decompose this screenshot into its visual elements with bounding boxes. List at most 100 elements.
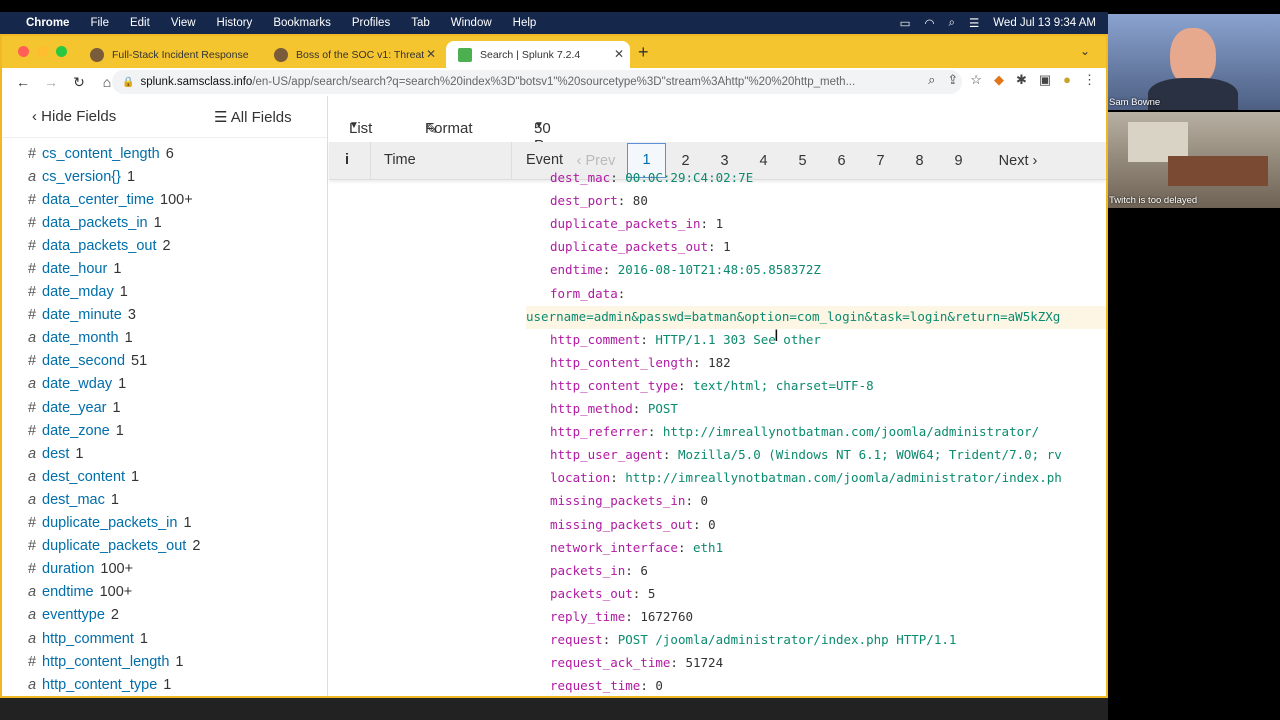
tab-splunk-search[interactable]: Search | Splunk 7.2.4 ✕	[446, 41, 630, 69]
event-field-value[interactable]: POST	[648, 401, 678, 416]
page-6-button[interactable]: 6	[822, 153, 861, 169]
field-name[interactable]: cs_content_length	[42, 146, 160, 162]
field-item[interactable]: a date_wday 1	[2, 373, 328, 396]
page-7-button[interactable]: 7	[861, 153, 900, 169]
column-info[interactable]: i	[345, 152, 349, 168]
event-field-value[interactable]: POST /joomla/administrator/index.php HTT…	[618, 632, 957, 647]
video-tile-room[interactable]: Twitch is too delayed	[1108, 112, 1280, 208]
extensions-puzzle-icon[interactable]: ✱	[1016, 72, 1027, 88]
field-name[interactable]: dest	[42, 446, 69, 462]
event-field-value[interactable]: 1	[723, 239, 731, 254]
column-time[interactable]: Time	[384, 152, 416, 168]
event-field-value[interactable]: 51724	[685, 655, 723, 670]
field-item[interactable]: # data_packets_out 2	[2, 234, 328, 257]
page-9-button[interactable]: 9	[939, 153, 978, 169]
field-item[interactable]: # data_packets_in 1	[2, 211, 328, 234]
field-name[interactable]: date_minute	[42, 307, 122, 323]
menu-file[interactable]: File	[90, 17, 109, 29]
event-field-value[interactable]: 00:0C:29:C4:02:7E	[625, 170, 753, 185]
event-field-value[interactable]: 0	[708, 517, 716, 532]
prev-page-button[interactable]: ‹ Prev	[565, 153, 627, 169]
control-center-icon[interactable]: ☰	[969, 16, 979, 30]
hide-fields-button[interactable]: ‹ Hide Fields	[32, 108, 116, 125]
field-item[interactable]: a date_month 1	[2, 327, 328, 350]
event-field-key[interactable]: missing_packets_in	[550, 493, 685, 508]
field-name[interactable]: dest_content	[42, 469, 125, 485]
page-8-button[interactable]: 8	[900, 153, 939, 169]
event-field-key[interactable]: endtime	[550, 262, 603, 277]
field-name[interactable]: data_packets_in	[42, 215, 148, 231]
menu-app-name[interactable]: Chrome	[26, 17, 69, 29]
field-item[interactable]: # data_center_time 100+	[2, 188, 328, 211]
menu-view[interactable]: View	[171, 17, 196, 29]
wifi-icon[interactable]: ◠	[924, 16, 934, 30]
field-item[interactable]: # date_year 1	[2, 396, 328, 419]
event-field-key[interactable]: http_method	[550, 401, 633, 416]
event-field-key[interactable]: reply_time	[550, 609, 625, 624]
field-name[interactable]: data_center_time	[42, 192, 154, 208]
forward-icon[interactable]: →	[44, 74, 58, 90]
event-field-value[interactable]: http://imreallynotbatman.com/joomla/admi…	[625, 470, 1062, 485]
event-field-value[interactable]: 0	[655, 678, 663, 693]
menu-history[interactable]: History	[217, 17, 253, 29]
close-window-button[interactable]	[18, 46, 29, 57]
field-item[interactable]: # date_zone 1	[2, 419, 328, 442]
metamask-icon[interactable]: ◆	[994, 72, 1004, 88]
field-name[interactable]: date_second	[42, 353, 125, 369]
reload-icon[interactable]: ↻	[72, 74, 86, 91]
event-field-key[interactable]: duplicate_packets_in	[550, 216, 701, 231]
field-name[interactable]: date_mday	[42, 284, 114, 300]
event-field-key[interactable]: http_comment	[550, 332, 640, 347]
clock[interactable]: Wed Jul 13 9:34 AM	[993, 17, 1096, 29]
event-field-key[interactable]: missing_packets_out	[550, 517, 693, 532]
sidebar-icon[interactable]: ▣	[1039, 72, 1051, 88]
field-item[interactable]: a dest 1	[2, 442, 328, 465]
field-item[interactable]: # duration 100+	[2, 558, 328, 581]
event-field-key[interactable]: packets_in	[550, 563, 625, 578]
field-name[interactable]: duration	[42, 561, 94, 577]
event-field-key[interactable]: http_referrer	[550, 424, 648, 439]
field-name[interactable]: date_hour	[42, 261, 107, 277]
new-tab-button[interactable]: +	[638, 42, 649, 63]
event-field-key[interactable]: http_user_agent	[550, 447, 663, 462]
event-field-value[interactable]: 2016-08-10T21:48:05.858372Z	[618, 262, 821, 277]
close-tab-icon[interactable]: ✕	[614, 47, 624, 61]
maximize-window-button[interactable]	[56, 46, 67, 57]
page-2-button[interactable]: 2	[666, 153, 705, 169]
page-5-button[interactable]: 5	[783, 153, 822, 169]
tab-boss-of-the-soc[interactable]: Boss of the SOC v1: Threat Hu ✕	[262, 41, 442, 69]
menu-bookmarks[interactable]: Bookmarks	[273, 17, 331, 29]
field-item[interactable]: # duplicate_packets_in 1	[2, 512, 328, 535]
field-item[interactable]: # duplicate_packets_out 2	[2, 535, 328, 558]
menu-help[interactable]: Help	[513, 17, 537, 29]
column-event[interactable]: Event	[526, 152, 563, 168]
menu-window[interactable]: Window	[451, 17, 492, 29]
battery-icon[interactable]: ▭	[900, 16, 911, 30]
event-field-value[interactable]: http://imreallynotbatman.com/joomla/admi…	[663, 424, 1039, 439]
event-field-key[interactable]: dest_port	[550, 193, 618, 208]
field-name[interactable]: data_packets_out	[42, 238, 156, 254]
form-data-value[interactable]: username=admin&passwd=batman&option=com_…	[526, 305, 1106, 329]
menu-edit[interactable]: Edit	[130, 17, 150, 29]
event-field-key[interactable]: form_data	[550, 286, 618, 301]
share-icon[interactable]: ⇪	[947, 72, 958, 88]
event-field-key[interactable]: duplicate_packets_out	[550, 239, 708, 254]
search-icon[interactable]: ⌕	[949, 17, 955, 30]
minimize-window-button[interactable]	[37, 46, 48, 57]
video-tile-presenter[interactable]: Sam Bowne	[1108, 14, 1280, 110]
field-name[interactable]: date_wday	[42, 376, 112, 392]
field-item[interactable]: # date_second 51	[2, 350, 328, 373]
event-field-value[interactable]: 5	[648, 586, 656, 601]
event-field-key[interactable]: http_content_type	[550, 378, 678, 393]
field-name[interactable]: http_comment	[42, 631, 134, 647]
field-item[interactable]: a endtime 100+	[2, 581, 328, 604]
event-field-key[interactable]: location	[550, 470, 610, 485]
event-field-key[interactable]: dest_mac	[550, 170, 610, 185]
field-item[interactable]: a cs_version{} 1	[2, 165, 328, 188]
field-name[interactable]: date_year	[42, 400, 107, 416]
zoom-icon[interactable]: ⌕	[928, 72, 935, 88]
tab-incident-response[interactable]: Full-Stack Incident Response	[78, 41, 256, 69]
bookmark-star-icon[interactable]: ☆	[970, 72, 982, 88]
event-field-key[interactable]: http_content_length	[550, 355, 693, 370]
field-name[interactable]: cs_version{}	[42, 169, 121, 185]
